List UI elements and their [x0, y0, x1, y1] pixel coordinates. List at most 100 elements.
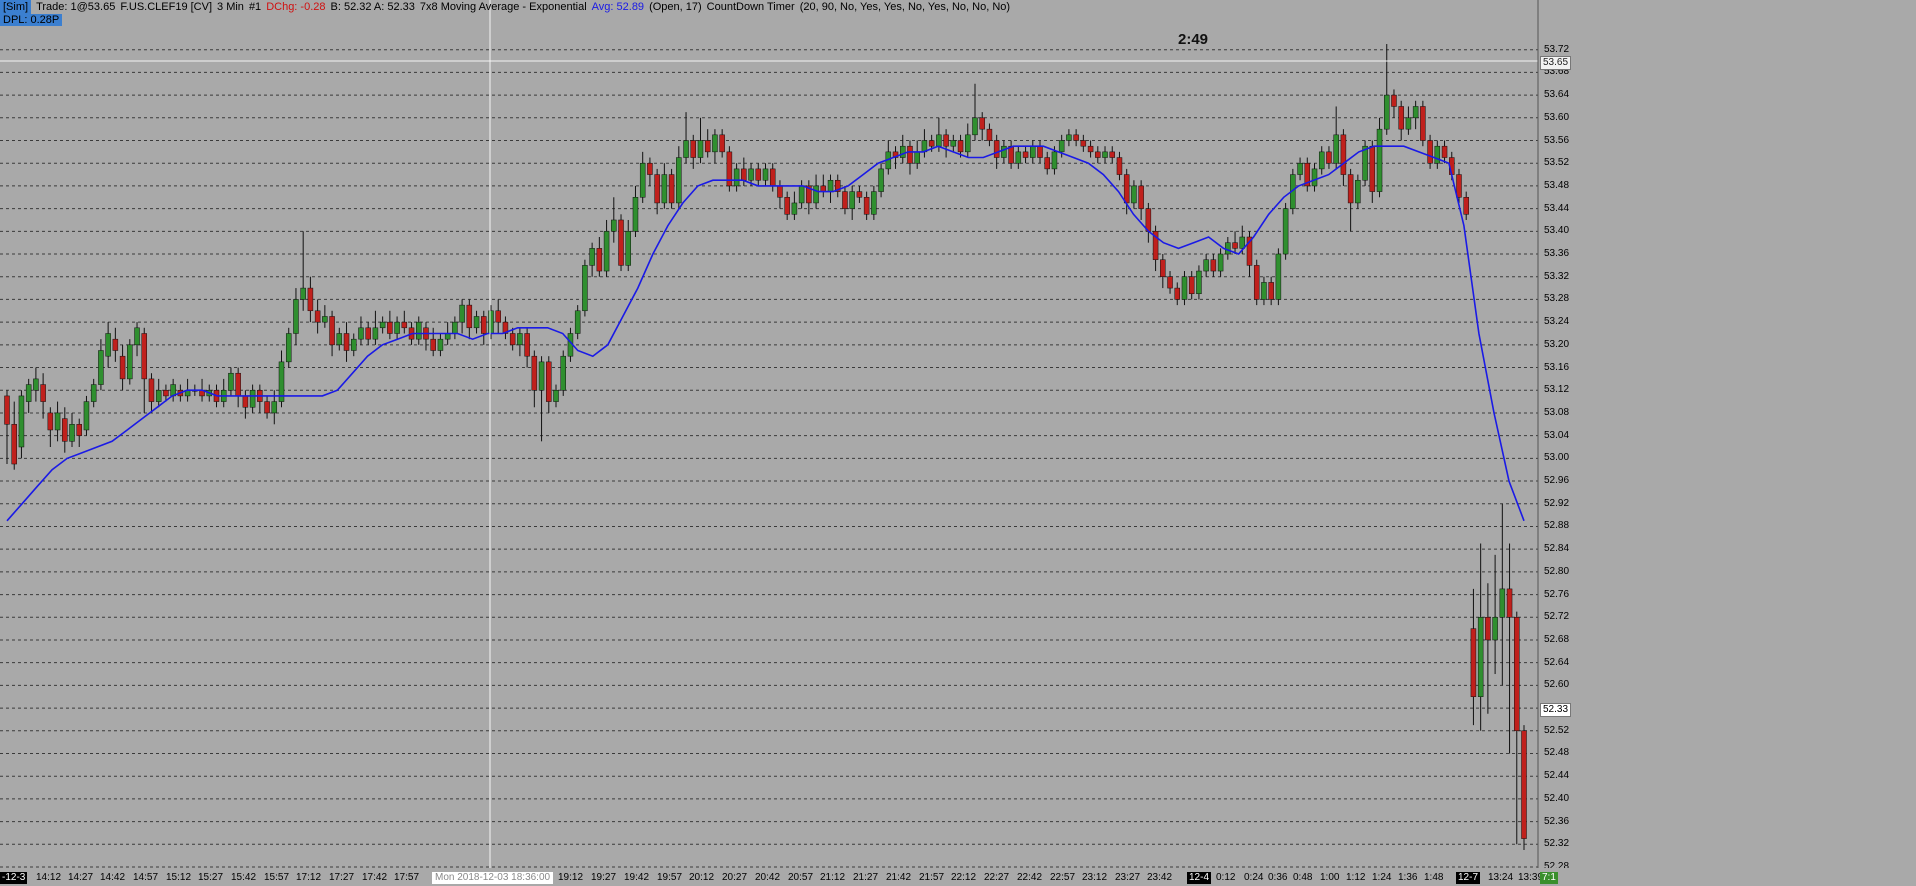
- candle-body: [1282, 208, 1289, 255]
- candle: [1318, 146, 1325, 175]
- candle: [112, 327, 119, 362]
- candle: [423, 322, 429, 351]
- candle-body: [1398, 106, 1404, 130]
- candle: [517, 327, 523, 357]
- candle: [90, 378, 97, 408]
- interval-label[interactable]: 3 Min: [217, 1, 244, 13]
- candle: [900, 134, 906, 164]
- candle-body: [1340, 134, 1347, 175]
- candle: [1217, 248, 1224, 277]
- candle-body: [1456, 174, 1462, 198]
- candle-body: [863, 197, 870, 215]
- candle-body: [582, 265, 588, 312]
- candle: [1073, 129, 1079, 147]
- candle-body: [1167, 276, 1173, 289]
- time-tick-label: 14:57: [133, 872, 159, 883]
- candle-body: [1391, 94, 1397, 107]
- candle: [1253, 259, 1260, 306]
- candle-body: [690, 140, 697, 158]
- time-tick-label: 20:42: [755, 872, 781, 883]
- candle: [387, 310, 393, 340]
- candle-body: [33, 378, 39, 391]
- time-tick-label: 23:27: [1115, 872, 1141, 883]
- candle-body: [538, 361, 545, 391]
- candle-body: [1066, 134, 1072, 141]
- candle-body: [437, 338, 444, 351]
- candle: [769, 163, 776, 192]
- candle-body: [1514, 617, 1520, 732]
- price-tick-label: 52.40: [1544, 792, 1570, 804]
- candle-body: [358, 327, 364, 340]
- timer-study-name[interactable]: CountDown Timer: [707, 1, 795, 13]
- candle: [1225, 237, 1231, 260]
- time-tick-label: 21:12: [820, 872, 846, 883]
- candle-body: [856, 191, 863, 198]
- candle-body: [1362, 145, 1368, 181]
- candle-body: [936, 134, 942, 147]
- sim-badge[interactable]: [Sim]: [0, 0, 32, 15]
- candle: [365, 322, 371, 345]
- instrument-label[interactable]: F.US.CLEF19 [CV]: [120, 1, 212, 13]
- candle-body: [639, 162, 646, 198]
- candle-body: [416, 321, 422, 340]
- candle: [827, 174, 834, 203]
- candle: [329, 310, 335, 357]
- price-tick-label: 52.36: [1544, 815, 1570, 827]
- candle: [343, 322, 350, 362]
- candle: [683, 112, 689, 164]
- price-tick-label: 52.32: [1544, 838, 1570, 850]
- price-tick-label: 53.08: [1544, 406, 1570, 418]
- candle-body: [1405, 117, 1412, 130]
- candle: [11, 401, 17, 470]
- candle: [603, 219, 610, 277]
- candle-body: [372, 327, 379, 340]
- candle: [322, 305, 328, 328]
- price-chart[interactable]: [0, 0, 1916, 886]
- candle-body: [531, 355, 538, 391]
- candle: [907, 140, 913, 175]
- candle-body: [509, 333, 516, 346]
- candle-body: [965, 134, 971, 153]
- candle-body: [603, 231, 610, 272]
- candle: [1391, 89, 1397, 118]
- candle-body: [993, 140, 1000, 158]
- price-tick-label: 53.12: [1544, 384, 1570, 396]
- candle: [972, 83, 978, 141]
- time-tick-label: 20:57: [788, 872, 814, 883]
- candle-body: [4, 395, 10, 425]
- candle-body: [957, 140, 964, 153]
- candle-body: [1326, 151, 1332, 164]
- candle-body: [914, 151, 920, 164]
- candle: [546, 356, 552, 413]
- candle: [1145, 202, 1152, 243]
- price-tick-label: 52.68: [1544, 633, 1570, 645]
- candle-body: [343, 333, 350, 351]
- candle: [712, 129, 718, 164]
- candle-body: [249, 389, 256, 408]
- candle: [1167, 271, 1173, 294]
- candle: [285, 327, 292, 368]
- candle: [1326, 146, 1332, 169]
- candle: [1008, 140, 1014, 169]
- candle-body: [878, 168, 884, 192]
- candle-body: [813, 185, 819, 204]
- time-tick-label: 23:12: [1082, 872, 1108, 883]
- time-tick-label: 20:12: [689, 872, 715, 883]
- ema-line: [6, 145, 1525, 522]
- study-name[interactable]: 7x8 Moving Average - Exponential: [420, 1, 587, 13]
- candle: [76, 418, 82, 447]
- candle-body: [1087, 145, 1094, 153]
- time-tick-label: 23:42: [1147, 872, 1173, 883]
- crosshair-time-label: Mon 2018-12-03 18:36:00: [432, 872, 554, 884]
- candle-body: [336, 333, 343, 346]
- candle: [452, 316, 458, 340]
- candle: [481, 310, 487, 345]
- candle-body: [798, 185, 805, 204]
- price-tick-label: 53.40: [1544, 225, 1570, 237]
- candle: [401, 310, 408, 334]
- candle: [1181, 271, 1188, 306]
- candle-body: [163, 389, 169, 397]
- candle-body: [741, 168, 747, 181]
- candle: [1441, 140, 1448, 164]
- candle: [257, 384, 263, 413]
